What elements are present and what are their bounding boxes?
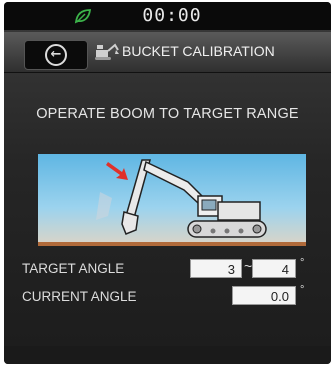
current-angle-label: CURRENT ANGLE xyxy=(22,289,137,304)
track-wheel xyxy=(192,224,202,234)
ground-line xyxy=(38,242,306,246)
target-angle-label: TARGET ANGLE xyxy=(22,261,125,276)
range-separator: ~ xyxy=(244,258,253,274)
bucket-shape xyxy=(121,211,139,235)
ghost-bucket-shape xyxy=(96,192,112,220)
excavator-icon xyxy=(95,43,119,60)
back-arrow-icon: ← xyxy=(45,44,67,66)
back-button[interactable]: ← xyxy=(24,40,88,70)
bottom-bar xyxy=(4,346,331,364)
track-roller xyxy=(224,228,230,234)
target-min-value: 3 xyxy=(190,259,242,278)
eco-leaf-icon xyxy=(74,9,92,24)
display-screen: 00:00 ← BUCKET CALIBRATION OPERATE BOOM … xyxy=(4,2,331,364)
track-wheel xyxy=(252,224,262,234)
arrow-indicator-icon xyxy=(106,162,128,180)
page-title: BUCKET CALIBRATION xyxy=(122,43,275,59)
excavator-diagram xyxy=(96,159,267,238)
excavator-illustration xyxy=(38,154,306,244)
target-unit: ° xyxy=(300,257,305,269)
body-shape xyxy=(217,201,261,221)
header: ← BUCKET CALIBRATION xyxy=(4,32,331,73)
status-bar: 00:00 xyxy=(4,2,331,30)
track-roller xyxy=(210,228,216,234)
instruction-text: OPERATE BOOM TO TARGET RANGE xyxy=(36,106,299,122)
current-unit: ° xyxy=(300,284,305,296)
current-angle-value: 0.0 xyxy=(232,286,296,305)
track-roller xyxy=(238,228,244,234)
cab-window-shape xyxy=(201,199,217,211)
clock: 00:00 xyxy=(142,5,202,26)
target-max-value: 4 xyxy=(252,259,296,278)
